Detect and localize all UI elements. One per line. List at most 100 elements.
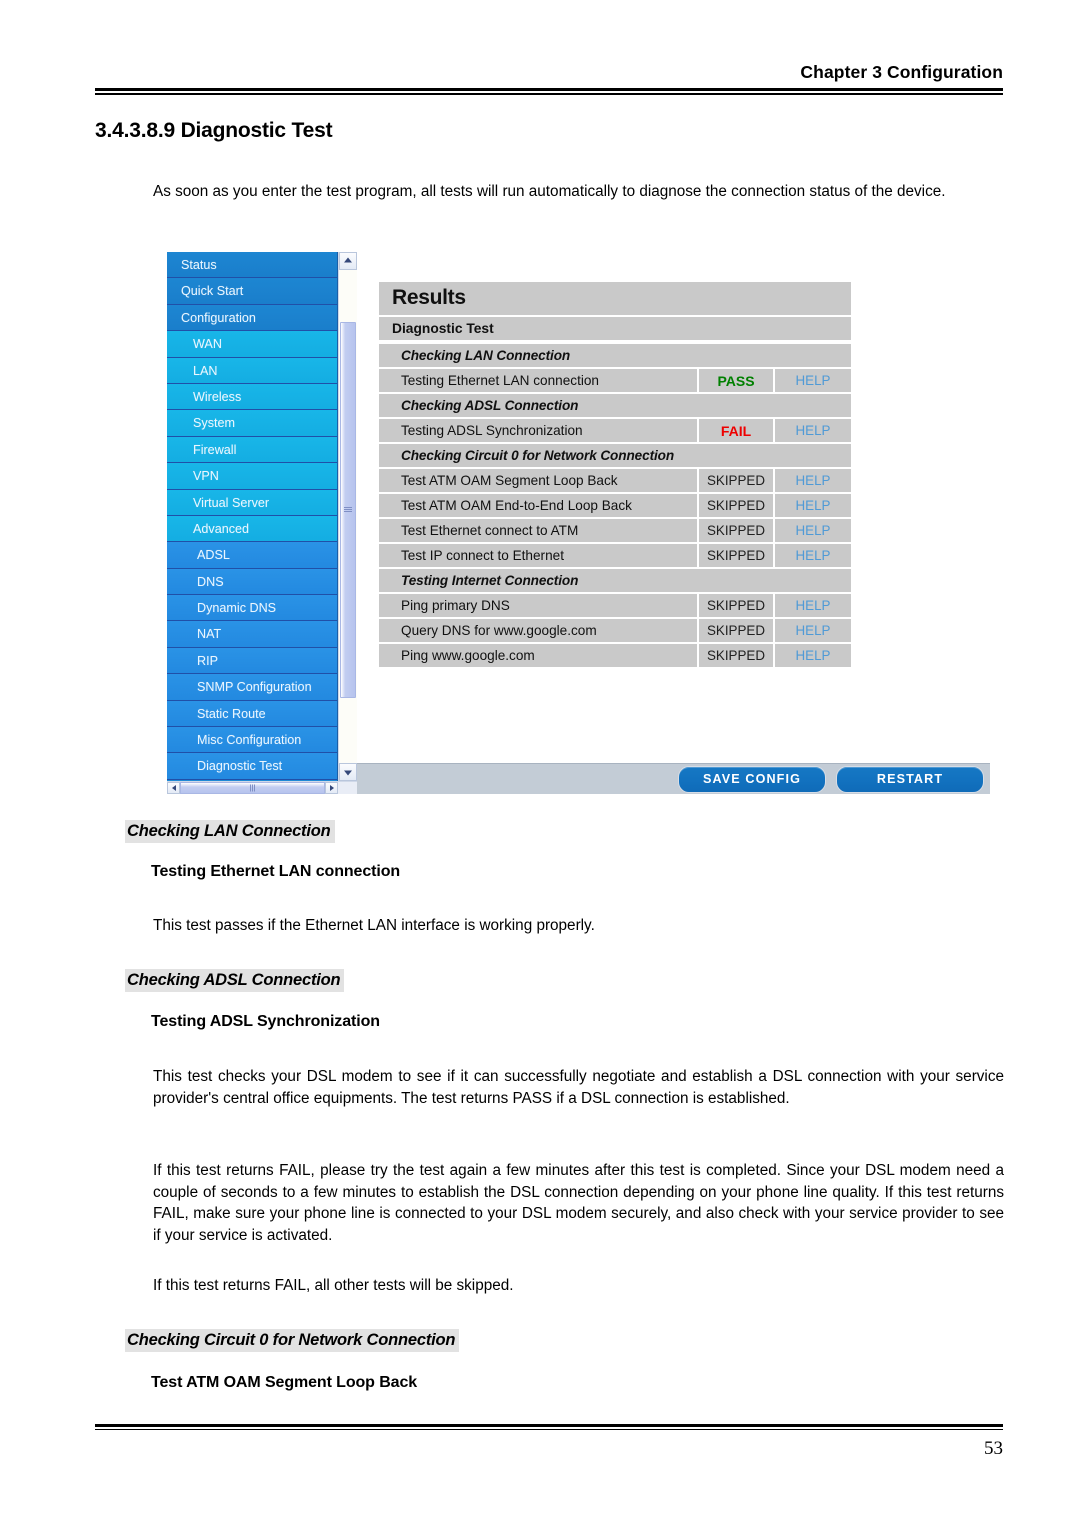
ui-action-bar: SAVE CONFIG RESTART bbox=[357, 763, 990, 794]
sidebar-item-wireless[interactable]: Wireless bbox=[167, 383, 337, 411]
results-group-spacer bbox=[697, 394, 851, 417]
scroll-down-arrow-icon[interactable] bbox=[339, 763, 357, 781]
results-group-spacer bbox=[697, 444, 851, 467]
doc-subheading-testing-ethernet-lan: Testing Ethernet LAN connection bbox=[151, 863, 401, 880]
results-group-label: Testing Internet Connection bbox=[379, 569, 697, 592]
sidebar-item-system[interactable]: System bbox=[167, 410, 337, 437]
results-test-label: Ping primary DNS bbox=[379, 594, 697, 617]
sidebar-item-advanced[interactable]: Advanced bbox=[167, 515, 337, 543]
results-test-row: Test IP connect to Ethernet SKIPPED HELP bbox=[379, 544, 851, 567]
results-help-link[interactable]: HELP bbox=[773, 644, 851, 667]
sidebar-item-lan[interactable]: LAN bbox=[167, 357, 337, 384]
results-panel-subtitle: Diagnostic Test bbox=[379, 317, 851, 342]
sidebar-nav[interactable]: Status Quick Start Configuration WAN LAN Wire… bbox=[167, 252, 338, 781]
scroll-left-arrow-icon[interactable] bbox=[167, 782, 180, 794]
sidebar-item-dns[interactable]: DNS bbox=[167, 568, 337, 596]
results-group-spacer bbox=[697, 569, 851, 592]
results-status-badge: SKIPPED bbox=[697, 544, 773, 567]
results-status-badge: SKIPPED bbox=[697, 494, 773, 517]
sidebar-item-static-route[interactable]: Static Route bbox=[167, 700, 337, 728]
results-test-row: Test ATM OAM End-to-End Loop Back SKIPPED… bbox=[379, 494, 851, 517]
results-test-label: Ping www.google.com bbox=[379, 644, 697, 667]
sidebar-item-dynamic-dns[interactable]: Dynamic DNS bbox=[167, 595, 337, 622]
results-test-label: Testing Ethernet LAN connection bbox=[379, 369, 697, 392]
results-help-link[interactable]: HELP bbox=[773, 544, 851, 567]
results-group-row: Testing Internet Connection bbox=[379, 569, 851, 592]
intro-paragraph: As soon as you enter the test program, a… bbox=[153, 183, 946, 200]
sidebar-item-wan[interactable]: WAN bbox=[167, 331, 337, 358]
doc-paragraph-adsl-1: This test checks your DSL modem to see i… bbox=[153, 1068, 1004, 1107]
sidebar-item-nat[interactable]: NAT bbox=[167, 621, 337, 648]
results-help-link[interactable]: HELP bbox=[773, 619, 851, 642]
results-test-row: Query DNS for www.google.com SKIPPED HELP bbox=[379, 619, 851, 642]
main-content-region: Results Diagnostic Test Checking LAN Con… bbox=[357, 252, 990, 794]
restart-button[interactable]: RESTART bbox=[836, 765, 984, 793]
results-test-row: Test Ethernet connect to ATM SKIPPED HELP bbox=[379, 519, 851, 542]
vertical-scroll-thumb[interactable] bbox=[340, 322, 356, 698]
router-web-ui-screenshot: Status Quick Start Configuration WAN LAN Wire… bbox=[167, 252, 990, 794]
sidebar-item-rip[interactable]: RIP bbox=[167, 647, 337, 675]
sidebar-item-status[interactable]: Status bbox=[167, 252, 337, 279]
results-panel: Results Diagnostic Test Checking LAN Con… bbox=[379, 282, 851, 669]
sidebar-item-quick-start[interactable]: Quick Start bbox=[167, 278, 337, 305]
sidebar-item-snmp-configuration[interactable]: SNMP Configuration bbox=[167, 674, 337, 701]
horizontal-scroll-thumb[interactable] bbox=[180, 782, 325, 794]
results-group-label: Checking Circuit 0 for Network Connectio… bbox=[379, 444, 697, 467]
sidebar-item-configuration[interactable]: Configuration bbox=[167, 304, 337, 332]
sidebar-item-adsl[interactable]: ADSL bbox=[167, 542, 337, 569]
results-group-row: Checking LAN Connection bbox=[379, 344, 851, 367]
scroll-right-arrow-icon[interactable] bbox=[325, 782, 338, 794]
page-number: 53 bbox=[984, 1438, 1003, 1459]
results-status-badge: SKIPPED bbox=[697, 594, 773, 617]
doc-paragraph-lan-1: This test passes if the Ethernet LAN int… bbox=[153, 917, 595, 934]
results-test-row: Test ATM OAM Segment Loop Back SKIPPED HEL… bbox=[379, 469, 851, 492]
doc-paragraph-adsl-2: If this test returns FAIL, please try th… bbox=[153, 1162, 1004, 1245]
sidebar-item-virtual-server[interactable]: Virtual Server bbox=[167, 489, 337, 516]
results-test-label: Test ATM OAM End-to-End Loop Back bbox=[379, 494, 697, 517]
results-help-link[interactable]: HELP bbox=[773, 519, 851, 542]
sidebar-item-diagnostic-test[interactable]: Diagnostic Test bbox=[167, 753, 337, 780]
results-group-spacer bbox=[697, 344, 851, 367]
results-test-label: Testing ADSL Synchronization bbox=[379, 419, 697, 442]
scrollbar-corner bbox=[338, 782, 357, 794]
save-config-button[interactable]: SAVE CONFIG bbox=[678, 765, 826, 793]
sidebar-horizontal-scrollbar[interactable] bbox=[167, 781, 357, 794]
results-status-badge: SKIPPED bbox=[697, 519, 773, 542]
results-help-link[interactable]: HELP bbox=[773, 494, 851, 517]
sidebar-item-misc-configuration[interactable]: Misc Configuration bbox=[167, 727, 337, 754]
results-test-label: Test IP connect to Ethernet bbox=[379, 544, 697, 567]
diagnostic-results-table: Checking LAN Connection Testing Ethernet … bbox=[379, 342, 851, 669]
doc-heading-checking-circuit-0: Checking Circuit 0 for Network Connectio… bbox=[125, 1329, 460, 1352]
sidebar-region: Status Quick Start Configuration WAN LAN Wire… bbox=[167, 252, 357, 794]
results-group-label: Checking ADSL Connection bbox=[379, 394, 697, 417]
sidebar-item-firewall[interactable]: Firewall bbox=[167, 436, 337, 464]
results-test-label: Test Ethernet connect to ATM bbox=[379, 519, 697, 542]
doc-subheading-test-atm-oam-segment: Test ATM OAM Segment Loop Back bbox=[151, 1374, 418, 1391]
scroll-up-arrow-icon[interactable] bbox=[339, 252, 357, 270]
page-footer: 53 bbox=[95, 1424, 1003, 1460]
results-help-link[interactable]: HELP bbox=[773, 369, 851, 392]
results-group-row: Checking Circuit 0 for Network Connectio… bbox=[379, 444, 851, 467]
doc-subheading-testing-adsl-sync: Testing ADSL Synchronization bbox=[151, 1013, 380, 1030]
sidebar-item-vpn[interactable]: VPN bbox=[167, 463, 337, 490]
doc-heading-checking-lan-connection: Checking LAN Connection bbox=[125, 820, 335, 843]
doc-paragraph-adsl-3: If this test returns FAIL, all other tes… bbox=[153, 1277, 514, 1294]
results-status-badge: SKIPPED bbox=[697, 644, 773, 667]
results-help-link[interactable]: HELP bbox=[773, 594, 851, 617]
results-test-row: Ping primary DNS SKIPPED HELP bbox=[379, 594, 851, 617]
chapter-title: Chapter 3 Configuration bbox=[800, 62, 1003, 82]
results-group-label: Checking LAN Connection bbox=[379, 344, 697, 367]
page-title: 3.4.3.8.9 Diagnostic Test bbox=[95, 119, 333, 142]
sidebar-vertical-scrollbar[interactable] bbox=[338, 252, 357, 781]
results-status-badge: PASS bbox=[697, 369, 773, 392]
results-group-row: Checking ADSL Connection bbox=[379, 394, 851, 417]
results-test-row: Ping www.google.com SKIPPED HELP bbox=[379, 644, 851, 667]
results-help-link[interactable]: HELP bbox=[773, 419, 851, 442]
results-test-label: Query DNS for www.google.com bbox=[379, 619, 697, 642]
results-status-badge: SKIPPED bbox=[697, 469, 773, 492]
results-help-link[interactable]: HELP bbox=[773, 469, 851, 492]
page-header: Chapter 3 Configuration bbox=[95, 62, 1003, 95]
results-status-badge: FAIL bbox=[697, 419, 773, 442]
results-test-row: Testing ADSL Synchronization FAIL HELP bbox=[379, 419, 851, 442]
header-rule bbox=[95, 88, 1003, 95]
